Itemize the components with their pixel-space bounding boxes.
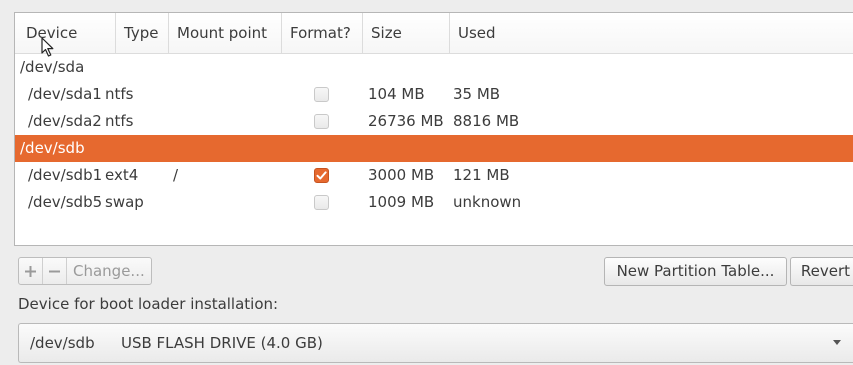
disk-row[interactable]: /dev/sdb — [15, 135, 853, 162]
used-cell: unknown — [453, 193, 522, 211]
table-header: Device Type Mount point Format? Size Use… — [15, 13, 853, 54]
used-cell: 35 MB — [453, 85, 501, 103]
add-partition-button[interactable] — [19, 258, 43, 284]
bootloader-device-select[interactable]: /dev/sdb USB FLASH DRIVE (4.0 GB) — [18, 323, 853, 363]
bootloader-label: Device for boot loader installation: — [18, 295, 279, 313]
partition-row[interactable]: /dev/sdb5 swap 1009 MB unknown — [15, 189, 853, 216]
column-header-type[interactable]: Type — [116, 13, 169, 53]
column-header-used[interactable]: Used — [450, 13, 853, 53]
partition-row[interactable]: /dev/sda2 ntfs 26736 MB 8816 MB — [15, 108, 853, 135]
mouse-pointer-icon — [41, 37, 54, 57]
change-partition-button[interactable]: Change... — [67, 258, 151, 284]
device-cell: /dev/sda2 — [28, 112, 102, 130]
partition-toolbar: Change... — [18, 257, 152, 285]
column-header-format[interactable]: Format? — [282, 13, 363, 53]
type-cell: ext4 — [105, 166, 139, 184]
format-checkbox[interactable] — [314, 195, 329, 210]
column-header-device[interactable]: Device — [15, 13, 116, 53]
device-cell: /dev/sdb — [20, 139, 85, 157]
disk-row[interactable]: /dev/sda — [15, 54, 853, 81]
size-cell: 3000 MB — [368, 166, 435, 184]
used-cell: 8816 MB — [453, 112, 520, 130]
size-cell: 26736 MB — [368, 112, 444, 130]
type-cell: swap — [105, 193, 144, 211]
device-cell: /dev/sda — [20, 58, 85, 76]
device-cell: /dev/sda1 — [28, 85, 102, 103]
new-partition-table-button[interactable]: New Partition Table... — [604, 257, 787, 286]
type-cell: ntfs — [105, 112, 134, 130]
dropdown-arrow-icon — [833, 340, 841, 345]
format-checkbox[interactable] — [314, 87, 329, 102]
device-cell: /dev/sdb1 — [28, 166, 103, 184]
size-cell: 104 MB — [368, 85, 425, 103]
column-header-mount-point[interactable]: Mount point — [169, 13, 282, 53]
bootloader-selected-description: USB FLASH DRIVE (4.0 GB) — [121, 334, 323, 352]
bootloader-selected-device: /dev/sdb — [30, 334, 95, 352]
type-cell: ntfs — [105, 85, 134, 103]
partition-row[interactable]: /dev/sdb1 ext4 / 3000 MB 121 MB — [15, 162, 853, 189]
size-cell: 1009 MB — [368, 193, 435, 211]
table-body: /dev/sda/dev/sda1 ntfs 104 MB 35 MB/dev/sda… — [15, 54, 853, 216]
minus-icon — [49, 270, 60, 272]
format-checkbox[interactable] — [314, 168, 329, 183]
column-header-size[interactable]: Size — [363, 13, 450, 53]
used-cell: 121 MB — [453, 166, 510, 184]
device-cell: /dev/sdb5 — [28, 193, 103, 211]
format-checkbox[interactable] — [314, 114, 329, 129]
remove-partition-button[interactable] — [43, 258, 67, 284]
partition-table[interactable]: Device Type Mount point Format? Size Use… — [14, 12, 853, 246]
checkmark-icon — [316, 171, 327, 180]
plus-icon — [25, 265, 36, 277]
partition-row[interactable]: /dev/sda1 ntfs 104 MB 35 MB — [15, 81, 853, 108]
mount-point-cell: / — [173, 166, 179, 184]
revert-button[interactable]: Revert — [790, 257, 853, 286]
